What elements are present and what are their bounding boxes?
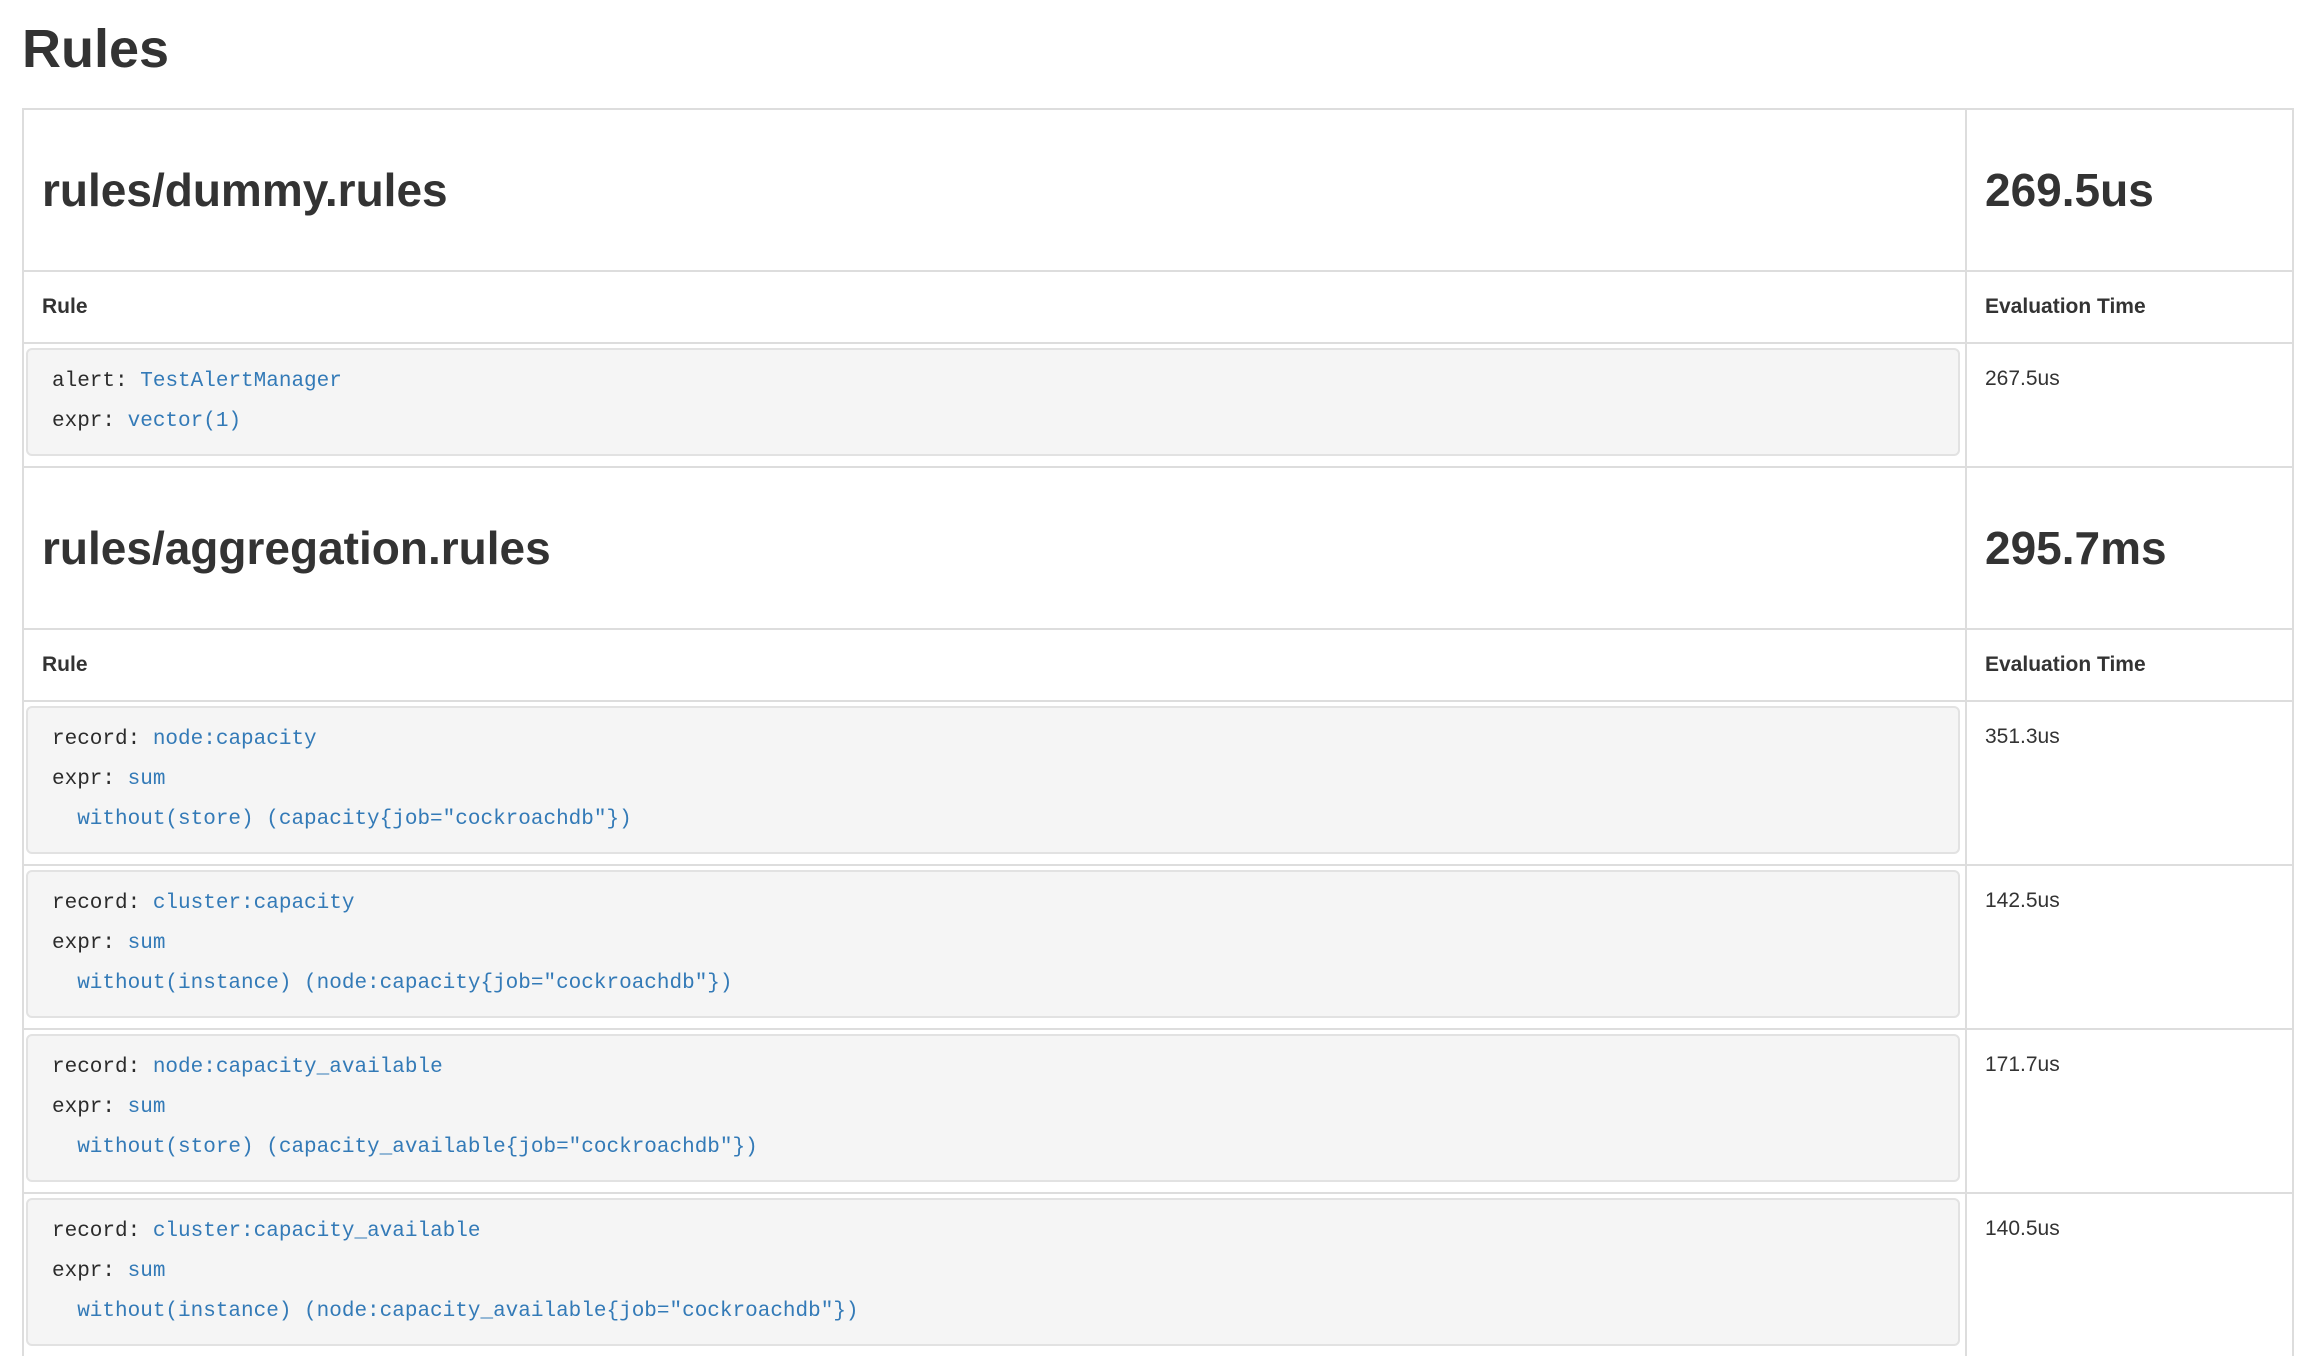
rule-expr-link[interactable]: sum without(store) (capacity{job="cockro… (52, 768, 632, 831)
rule-cell: record: node:capacity expr: sum without(… (24, 702, 1965, 864)
rule-code: record: cluster:capacity expr: sum witho… (26, 870, 1960, 1018)
rule-name-link[interactable]: node:capacity (153, 728, 317, 751)
column-header-row: Rule Evaluation Time (24, 628, 2292, 700)
rule-expr-link[interactable]: vector(1) (128, 410, 241, 433)
rules-table: rules/dummy.rules 269.5us Rule Evaluatio… (22, 108, 2294, 1356)
group-header-row: rules/aggregation.rules 295.7ms (24, 466, 2292, 628)
group-file-cell: rules/dummy.rules (24, 110, 1965, 270)
eval-time-column-header: Evaluation Time (1965, 630, 2292, 700)
rule-code: alert: TestAlertManager expr: vector(1) (26, 348, 1960, 456)
rule-row: alert: TestAlertManager expr: vector(1) … (24, 342, 2292, 466)
group-eval-time: 295.7ms (1985, 516, 2274, 580)
group-file-cell: rules/aggregation.rules (24, 468, 1965, 628)
column-header-row: Rule Evaluation Time (24, 270, 2292, 342)
rule-row: record: node:capacity_available expr: su… (24, 1028, 2292, 1192)
eval-time-value: 171.7us (1965, 1030, 2292, 1192)
group-file-name: rules/aggregation.rules (42, 516, 1947, 580)
group-file-name: rules/dummy.rules (42, 158, 1947, 222)
rule-code: record: node:capacity expr: sum without(… (26, 706, 1960, 854)
rule-key-label: record: (52, 892, 140, 915)
rules-page: Rules rules/dummy.rules 269.5us Rule Eva… (0, 0, 2316, 1356)
rule-name-link[interactable]: TestAlertManager (140, 370, 342, 393)
rule-name-link[interactable]: cluster:capacity_available (153, 1220, 481, 1243)
expr-key-label: expr: (52, 1096, 115, 1119)
rule-key-label: record: (52, 728, 140, 751)
rule-name-link[interactable]: node:capacity_available (153, 1056, 443, 1079)
expr-key-label: expr: (52, 932, 115, 955)
rule-column-header: Rule (24, 272, 1965, 342)
rule-key-label: record: (52, 1056, 140, 1079)
eval-time-value: 140.5us (1965, 1194, 2292, 1356)
rule-expr-link[interactable]: sum without(store) (capacity_available{j… (52, 1096, 758, 1159)
rule-cell: record: cluster:capacity_available expr:… (24, 1194, 1965, 1356)
group-time-cell: 269.5us (1965, 110, 2292, 270)
eval-time-column-header: Evaluation Time (1965, 272, 2292, 342)
eval-time-value: 351.3us (1965, 702, 2292, 864)
rule-row: record: cluster:capacity expr: sum witho… (24, 864, 2292, 1028)
rule-cell: alert: TestAlertManager expr: vector(1) (24, 344, 1965, 466)
rule-row: record: cluster:capacity_available expr:… (24, 1192, 2292, 1356)
page-title: Rules (22, 20, 2294, 78)
rule-key-label: alert: (52, 370, 128, 393)
rule-code: record: cluster:capacity_available expr:… (26, 1198, 1960, 1346)
rule-key-label: record: (52, 1220, 140, 1243)
group-header-row: rules/dummy.rules 269.5us (24, 110, 2292, 270)
rule-expr-link[interactable]: sum without(instance) (node:capacity{job… (52, 932, 733, 995)
rule-row: record: node:capacity expr: sum without(… (24, 700, 2292, 864)
group-time-cell: 295.7ms (1965, 468, 2292, 628)
group-eval-time: 269.5us (1985, 158, 2274, 222)
rule-expr-link[interactable]: sum without(instance) (node:capacity_ava… (52, 1260, 859, 1323)
eval-time-value: 142.5us (1965, 866, 2292, 1028)
rule-column-header: Rule (24, 630, 1965, 700)
rule-cell: record: cluster:capacity expr: sum witho… (24, 866, 1965, 1028)
rule-code: record: node:capacity_available expr: su… (26, 1034, 1960, 1182)
expr-key-label: expr: (52, 1260, 115, 1283)
expr-key-label: expr: (52, 768, 115, 791)
expr-key-label: expr: (52, 410, 115, 433)
rule-name-link[interactable]: cluster:capacity (153, 892, 355, 915)
eval-time-value: 267.5us (1965, 344, 2292, 466)
rule-cell: record: node:capacity_available expr: su… (24, 1030, 1965, 1192)
